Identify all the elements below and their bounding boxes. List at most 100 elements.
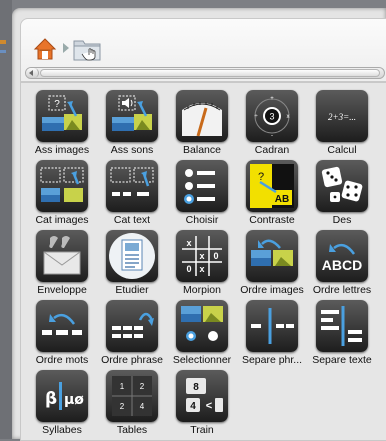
syllables-icon[interactable]: β μø bbox=[36, 370, 88, 422]
scroll-left-arrow-icon[interactable] bbox=[26, 68, 39, 78]
app-selectionner[interactable]: Selectionner bbox=[167, 299, 237, 369]
app-etudier[interactable]: Etudier bbox=[97, 229, 167, 299]
app-label: Choisir bbox=[185, 214, 219, 226]
split-text-icon[interactable] bbox=[316, 300, 368, 352]
select-icon[interactable] bbox=[176, 300, 228, 352]
breadcrumb-separator-icon bbox=[63, 43, 69, 53]
envelope-icon[interactable] bbox=[36, 230, 88, 282]
app-contraste[interactable]: ? AB Contraste bbox=[237, 159, 307, 229]
svg-text:AB: AB bbox=[275, 194, 289, 205]
svg-text:ABCD: ABCD bbox=[322, 257, 362, 273]
app-label: Ordre images bbox=[240, 284, 304, 296]
app-cat-images[interactable]: Cat images bbox=[27, 159, 97, 229]
svg-text:2: 2 bbox=[120, 402, 125, 411]
svg-text:x: x bbox=[287, 114, 290, 120]
apps-area: ? Ass images Ass sons Balance 3 + - ÷ x C… bbox=[20, 82, 386, 441]
svg-text:x: x bbox=[186, 238, 191, 248]
launcher-window: ? Ass images Ass sons Balance 3 + - ÷ x C… bbox=[12, 8, 386, 441]
categorize-text-icon[interactable] bbox=[106, 160, 158, 212]
app-morpion[interactable]: x x 0 0 x Morpion bbox=[167, 229, 237, 299]
order-words-icon[interactable] bbox=[36, 300, 88, 352]
app-label: Ass images bbox=[34, 144, 90, 156]
app-label: Tables bbox=[116, 424, 148, 436]
app-ass-sons[interactable]: Ass sons bbox=[97, 89, 167, 159]
choose-list-icon[interactable] bbox=[176, 160, 228, 212]
app-enveloppe[interactable]: Enveloppe bbox=[27, 229, 97, 299]
folder-icon[interactable] bbox=[73, 37, 101, 61]
app-label: Separe phr... bbox=[241, 354, 303, 366]
svg-text:x: x bbox=[199, 251, 204, 261]
app-label: Cadran bbox=[254, 144, 290, 156]
edge-mark bbox=[0, 40, 6, 44]
app-calcul[interactable]: 2+3=... Calcul bbox=[307, 89, 377, 159]
order-sentence-icon[interactable] bbox=[106, 300, 158, 352]
svg-text:β: β bbox=[45, 389, 57, 409]
svg-text:0: 0 bbox=[213, 251, 218, 261]
app-label: Cat images bbox=[35, 214, 89, 226]
svg-text:+: + bbox=[270, 96, 274, 102]
svg-text:0: 0 bbox=[186, 264, 191, 274]
svg-text:3: 3 bbox=[269, 112, 274, 122]
svg-text:2+3=...: 2+3=... bbox=[328, 112, 356, 122]
train-icon[interactable]: 8 4 < bbox=[176, 370, 228, 422]
app-label: Contraste bbox=[249, 214, 295, 226]
app-label: Morpion bbox=[183, 284, 221, 296]
app-cat-text[interactable]: Cat text bbox=[97, 159, 167, 229]
app-tables[interactable]: 1 2 2 4 Tables bbox=[97, 369, 167, 439]
contrast-icon[interactable]: ? AB bbox=[246, 160, 298, 212]
app-separe-texte[interactable]: Separe texte bbox=[307, 299, 377, 369]
app-label: Selectionner bbox=[172, 354, 232, 366]
app-label: Des bbox=[332, 214, 352, 226]
assign-sounds-icon[interactable] bbox=[106, 90, 158, 142]
app-label: Etudier bbox=[115, 284, 149, 296]
app-label: Ordre lettres bbox=[312, 284, 372, 296]
dice-icon[interactable] bbox=[316, 160, 368, 212]
app-des[interactable]: Des bbox=[307, 159, 377, 229]
scrollbar-thumb[interactable] bbox=[40, 69, 380, 77]
calculation-icon[interactable]: 2+3=... bbox=[316, 90, 368, 142]
app-balance[interactable]: Balance bbox=[167, 89, 237, 159]
app-ordre-mots[interactable]: Ordre mots bbox=[27, 299, 97, 369]
app-ass-images[interactable]: ? Ass images bbox=[27, 89, 97, 159]
assign-images-icon[interactable]: ? bbox=[36, 90, 88, 142]
app-train[interactable]: 8 4 < Train bbox=[167, 369, 237, 439]
app-syllabes[interactable]: β μø Syllabes bbox=[27, 369, 97, 439]
order-letters-icon[interactable]: ABCD bbox=[316, 230, 368, 282]
apps-grid: ? Ass images Ass sons Balance 3 + - ÷ x C… bbox=[27, 89, 377, 439]
app-ordre-images[interactable]: Ordre images bbox=[237, 229, 307, 299]
svg-text:x: x bbox=[199, 264, 204, 274]
study-page-icon[interactable] bbox=[106, 230, 158, 282]
app-label: Train bbox=[190, 424, 214, 436]
svg-text:-: - bbox=[271, 133, 273, 139]
app-label: Enveloppe bbox=[37, 284, 87, 296]
app-label: Cat text bbox=[113, 214, 151, 226]
app-label: Calcul bbox=[327, 144, 357, 156]
svg-text:<: < bbox=[206, 400, 212, 412]
svg-text:4: 4 bbox=[190, 401, 196, 412]
svg-text:4: 4 bbox=[140, 402, 145, 411]
gauge-icon[interactable] bbox=[176, 90, 228, 142]
app-label: Separe texte bbox=[312, 354, 372, 366]
home-icon[interactable] bbox=[33, 37, 57, 61]
left-window-edge bbox=[0, 0, 12, 439]
app-choisir[interactable]: Choisir bbox=[167, 159, 237, 229]
order-images-icon[interactable] bbox=[246, 230, 298, 282]
svg-text:÷: ÷ bbox=[254, 114, 258, 120]
app-cadran[interactable]: 3 + - ÷ x Cadran bbox=[237, 89, 307, 159]
svg-text:8: 8 bbox=[193, 382, 199, 393]
svg-text:?: ? bbox=[54, 99, 60, 110]
navigation-bar bbox=[20, 18, 386, 82]
tic-tac-toe-icon[interactable]: x x 0 0 x bbox=[176, 230, 228, 282]
split-sentence-icon[interactable] bbox=[246, 300, 298, 352]
svg-text:μø: μø bbox=[64, 392, 84, 408]
categorize-images-icon[interactable] bbox=[36, 160, 88, 212]
app-ordre-phrase[interactable]: Ordre phrase bbox=[97, 299, 167, 369]
times-tables-icon[interactable]: 1 2 2 4 bbox=[106, 370, 158, 422]
app-separe-phr[interactable]: Separe phr... bbox=[237, 299, 307, 369]
dial-icon[interactable]: 3 + - ÷ x bbox=[246, 90, 298, 142]
edge-mark-2 bbox=[0, 50, 6, 53]
svg-text:1: 1 bbox=[120, 382, 125, 391]
horizontal-scrollbar[interactable] bbox=[25, 67, 385, 79]
app-label: Ordre phrase bbox=[101, 354, 163, 366]
app-ordre-lettres[interactable]: ABCD Ordre lettres bbox=[307, 229, 377, 299]
